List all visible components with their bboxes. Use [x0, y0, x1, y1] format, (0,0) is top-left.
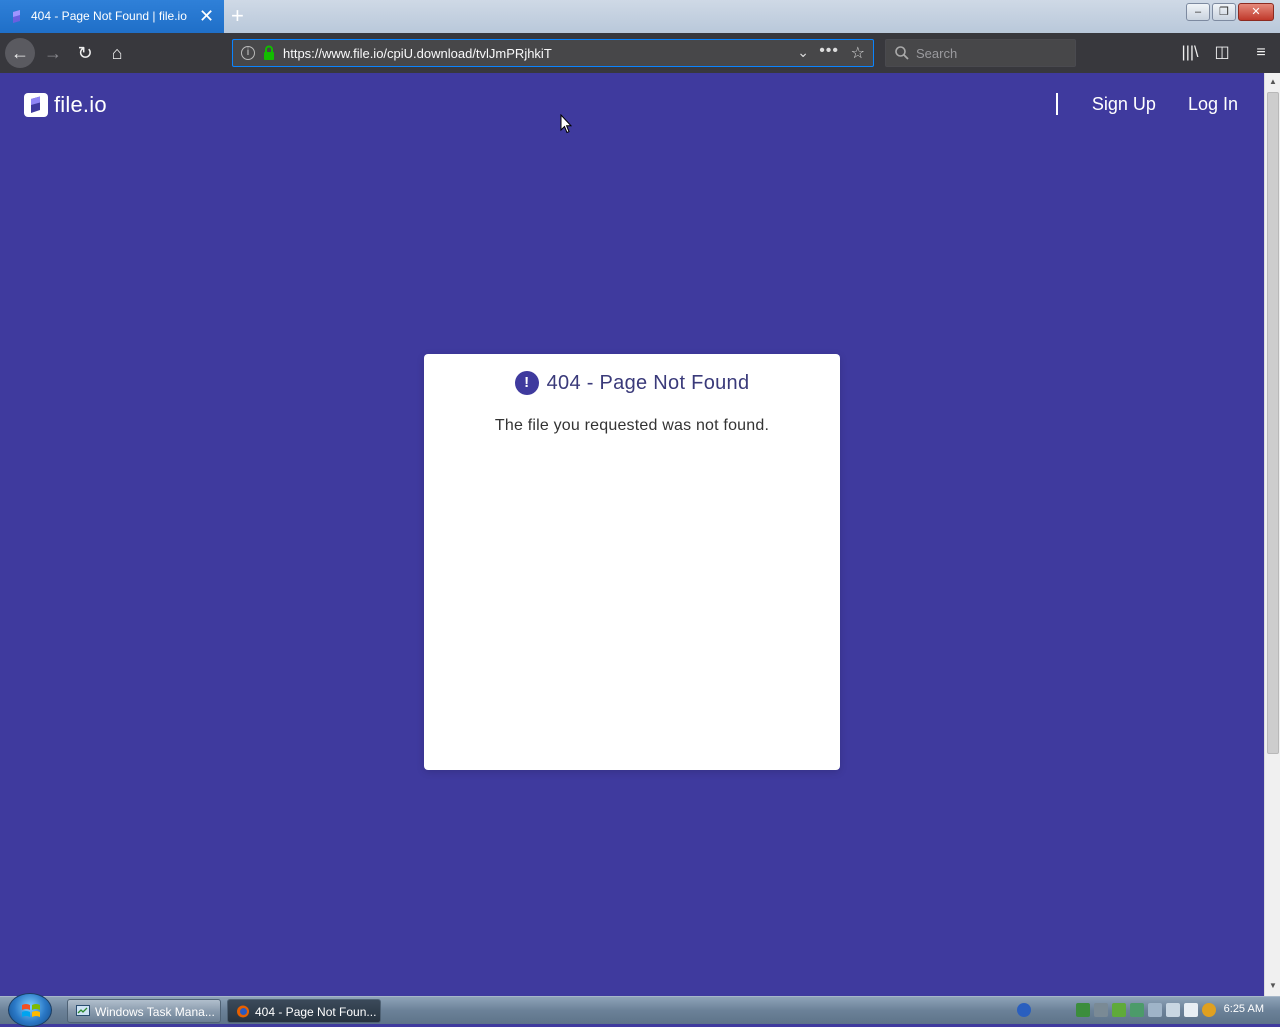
sign-up-link[interactable]: Sign Up — [1092, 94, 1156, 115]
scroll-thumb[interactable] — [1267, 92, 1279, 754]
window-controls: – ❐ ✕ — [1186, 3, 1274, 21]
home-button[interactable]: ⌂ — [104, 41, 130, 65]
taskbar-item-firefox[interactable]: 404 - Page Not Foun... — [227, 999, 381, 1023]
error-card: ! 404 - Page Not Found The file you requ… — [424, 354, 840, 770]
tab-active[interactable]: 404 - Page Not Found | file.io ✕ — [0, 0, 224, 33]
taskbar: Windows Task Mana... 404 - Page Not Foun… — [0, 993, 1280, 1027]
error-message: The file you requested was not found. — [494, 417, 770, 434]
new-tab-button[interactable]: + — [231, 3, 244, 29]
forward-button[interactable]: → — [40, 41, 66, 65]
mouse-cursor-icon — [560, 114, 572, 134]
nav-divider — [1055, 93, 1058, 115]
back-button[interactable]: ← — [5, 38, 35, 68]
more-actions-icon[interactable]: ••• — [819, 42, 839, 60]
tab-close-icon[interactable]: ✕ — [199, 6, 214, 26]
tray-display-icon[interactable] — [1094, 1003, 1108, 1017]
error-header: ! 404 - Page Not Found — [424, 371, 840, 395]
close-window-button[interactable]: ✕ — [1238, 3, 1274, 21]
minimize-button[interactable]: – — [1186, 3, 1210, 21]
tray-update-icon[interactable] — [1130, 1003, 1144, 1017]
vertical-scrollbar[interactable]: ▲ ▼ — [1264, 73, 1280, 996]
site-logo[interactable]: file.io — [24, 92, 107, 117]
tray-monitor-icon[interactable] — [1166, 1003, 1180, 1017]
url-text[interactable]: https://www.file.io/cpiU.download/tvlJmP… — [283, 46, 552, 61]
tab-strip: 404 - Page Not Found | file.io ✕ + – ❐ ✕ — [0, 0, 1280, 33]
taskbar-item-task-manager[interactable]: Windows Task Mana... — [67, 999, 221, 1023]
bookmark-star-icon[interactable]: ☆ — [851, 43, 865, 63]
system-tray: 6:25 AM — [1010, 997, 1280, 1024]
start-button[interactable] — [8, 993, 52, 1027]
reload-button[interactable]: ↻ — [72, 41, 98, 65]
sidebar-icon[interactable]: ◫ — [1210, 41, 1234, 65]
browser-window: 404 - Page Not Found | file.io ✕ + – ❐ ✕… — [0, 0, 1280, 996]
lock-icon — [264, 45, 274, 60]
tray-device-icon[interactable] — [1148, 1003, 1162, 1017]
menu-icon[interactable]: ≡ — [1249, 41, 1273, 65]
tab-title: 404 - Page Not Found | file.io — [31, 9, 187, 23]
tray-check-icon[interactable] — [1112, 1003, 1126, 1017]
search-bar[interactable] — [885, 39, 1076, 67]
restore-button[interactable]: ❐ — [1212, 3, 1236, 21]
page-content: file.io Sign Up Log In ! 404 - Page Not … — [0, 73, 1264, 996]
taskbar-item-label: Windows Task Mana... — [95, 1005, 215, 1019]
nav-toolbar: ← → ↻ ⌂ i https://www.file.io/cpiU.downl… — [0, 33, 1280, 73]
library-icon[interactable]: |||\ — [1178, 41, 1202, 65]
tray-search-icon[interactable] — [1202, 1003, 1216, 1017]
exclamation-icon: ! — [514, 371, 539, 395]
clock[interactable]: 6:25 AM — [1224, 1003, 1264, 1015]
help-icon[interactable] — [1017, 1003, 1031, 1017]
chevron-down-icon[interactable]: ⌄ — [797, 44, 809, 61]
file-io-logo-icon — [24, 93, 48, 117]
task-manager-icon — [76, 1005, 90, 1016]
taskbar-item-label: 404 - Page Not Foun... — [255, 1005, 377, 1019]
firefox-icon — [237, 1005, 249, 1018]
log-in-link[interactable]: Log In — [1188, 94, 1238, 115]
tray-keyboard-icon[interactable] — [1184, 1003, 1198, 1017]
windows-flag-icon — [22, 1004, 40, 1017]
url-bar[interactable]: i https://www.file.io/cpiU.download/tvlJ… — [232, 39, 874, 67]
error-heading: 404 - Page Not Found — [546, 371, 750, 394]
tray-network-icon[interactable] — [1076, 1003, 1090, 1017]
site-info-icon[interactable]: i — [241, 46, 255, 60]
logo-text: file.io — [54, 92, 107, 117]
search-input[interactable] — [916, 44, 1066, 62]
header-nav: Sign Up Log In — [1055, 93, 1238, 115]
scroll-up-icon[interactable]: ▲ — [1265, 74, 1280, 90]
scroll-down-icon[interactable]: ▼ — [1265, 978, 1280, 994]
search-icon — [895, 46, 909, 60]
file-io-favicon-icon — [13, 10, 20, 23]
